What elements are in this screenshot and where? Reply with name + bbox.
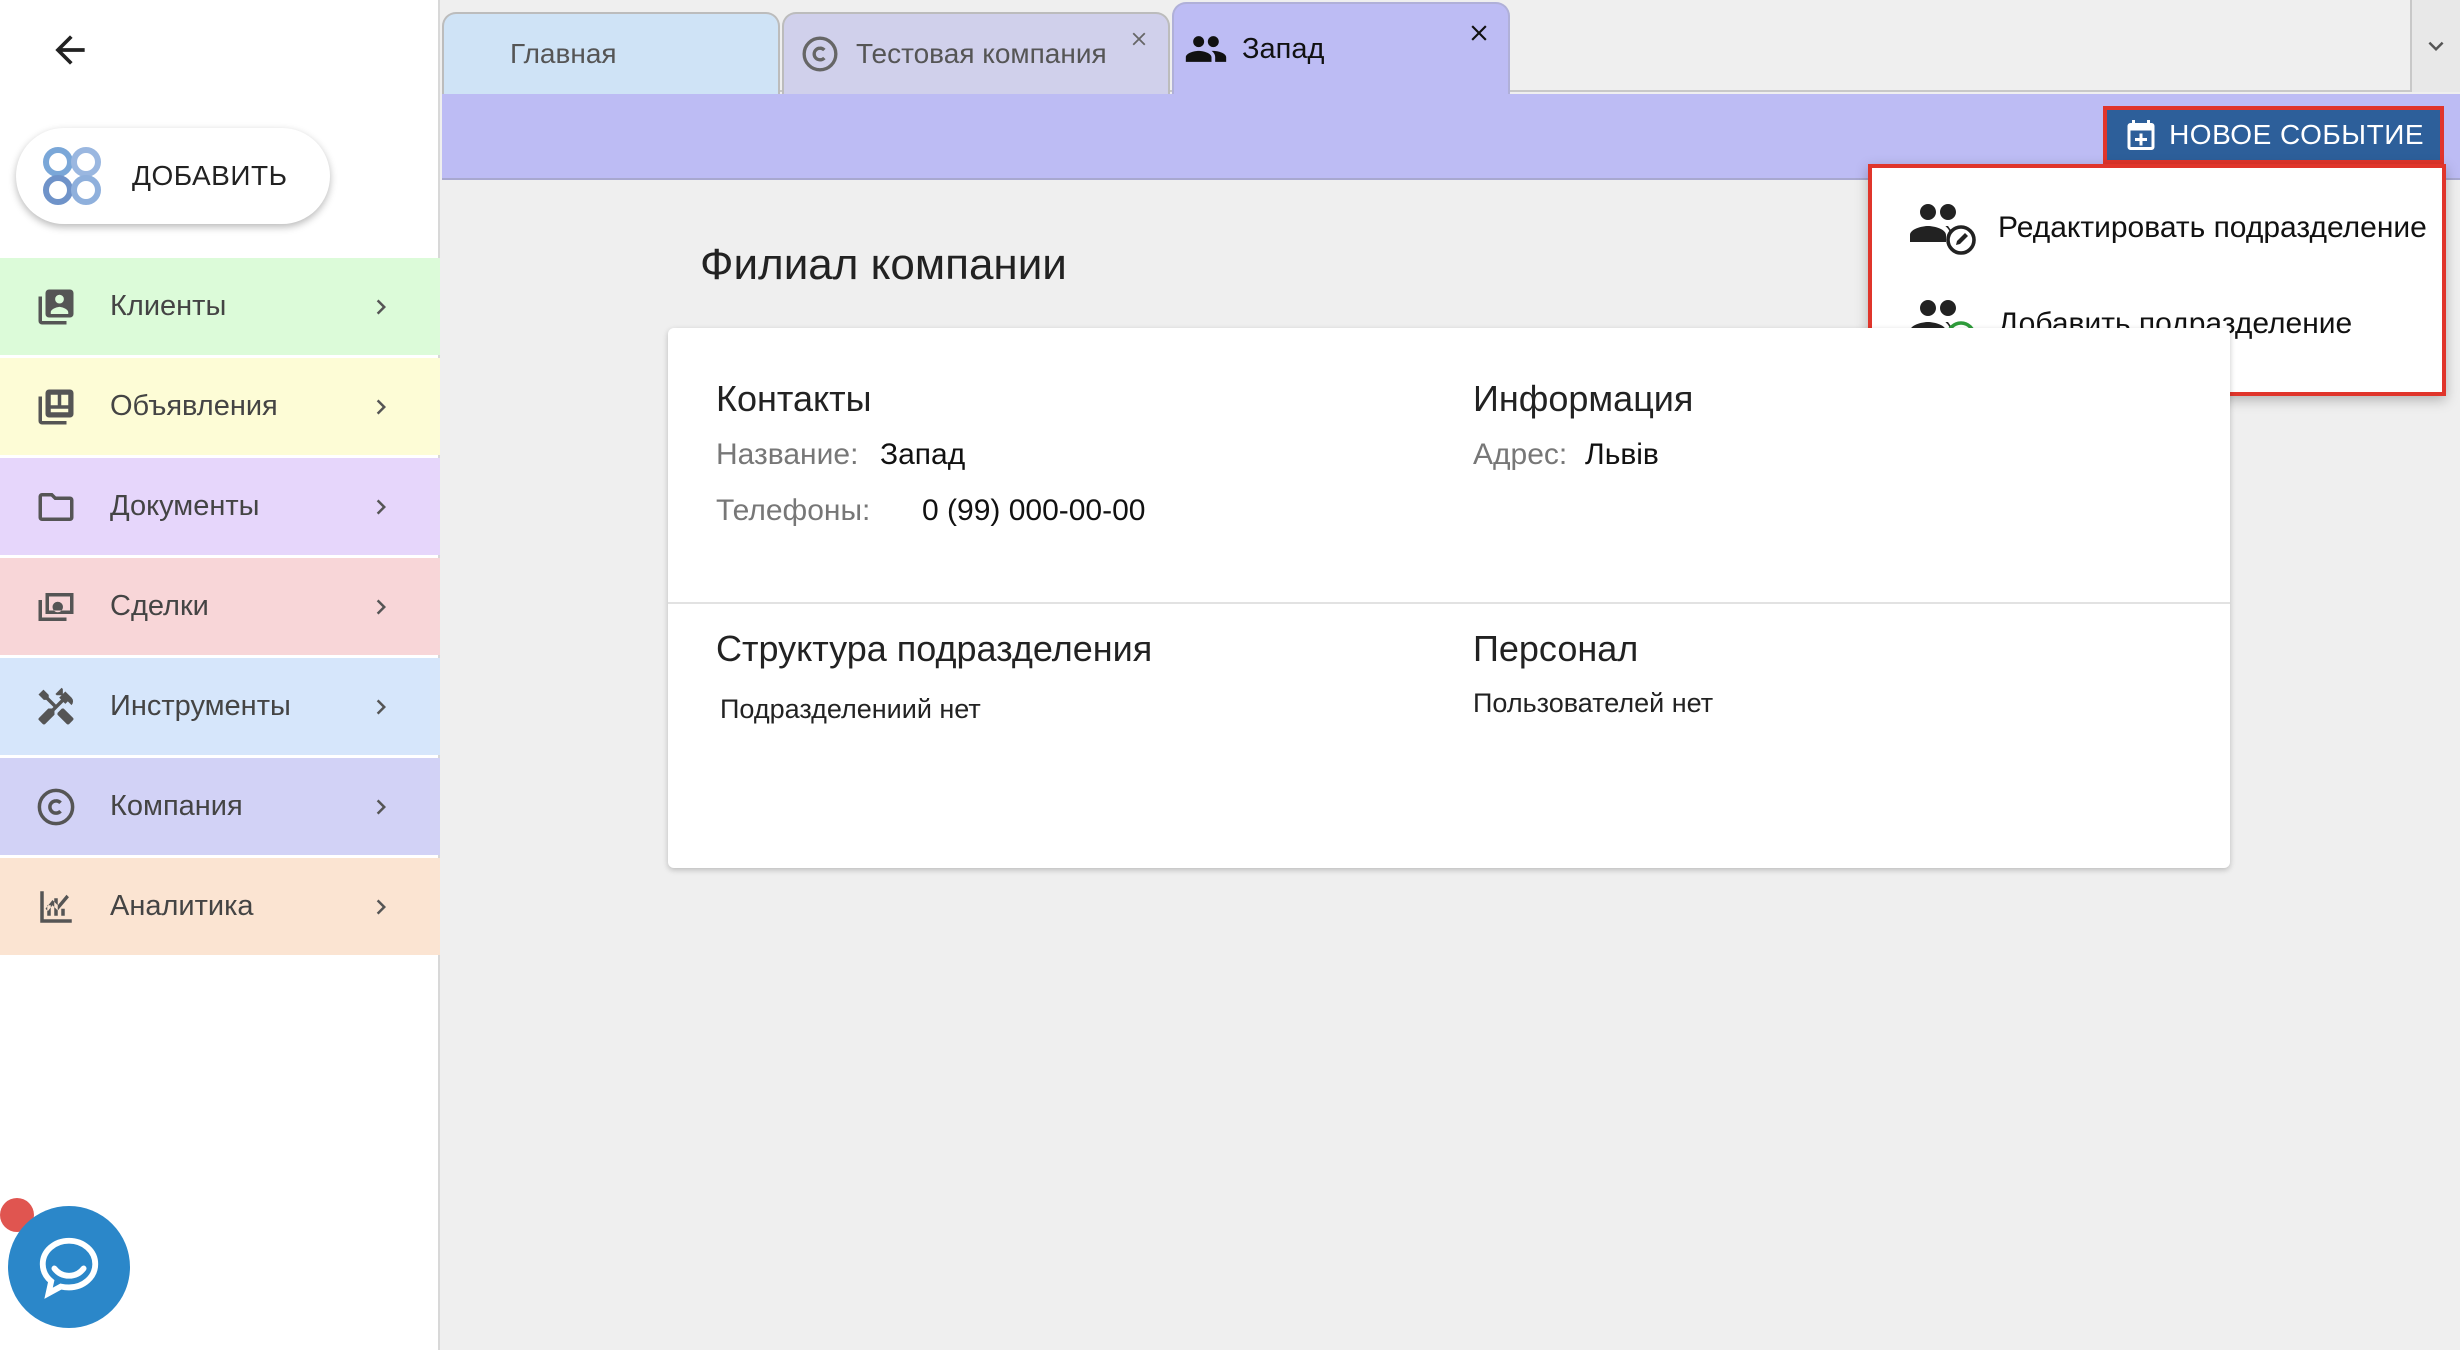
new-event-label: НОВОЕ СОБЫТИЕ bbox=[2169, 119, 2424, 150]
copyright-icon bbox=[32, 783, 80, 831]
chevron-down-icon bbox=[2428, 41, 2444, 51]
sidebar-item-label: Объявления bbox=[110, 390, 278, 422]
chat-button[interactable] bbox=[8, 1206, 130, 1328]
info-heading: Информация bbox=[1473, 378, 1694, 419]
tabs-overflow-button[interactable] bbox=[2410, 0, 2460, 92]
tab-label: Тестовая компания bbox=[856, 38, 1107, 69]
address-value: Львів bbox=[1585, 438, 1659, 471]
phones-value: 0 (99) 000-00-00 bbox=[922, 494, 1146, 527]
folder-icon bbox=[32, 483, 80, 531]
tab-label: Запад bbox=[1242, 32, 1325, 65]
branch-card: Контакты Название: Запад Телефоны: 0 (99… bbox=[668, 328, 2230, 868]
sidebar-item-label: Клиенты bbox=[110, 290, 227, 322]
calendar-add-icon bbox=[2127, 120, 2155, 150]
sidebar-item-listings[interactable]: Объявления bbox=[0, 358, 440, 455]
name-value: Запад bbox=[880, 438, 966, 471]
sidebar-item-label: Сделки bbox=[110, 590, 209, 622]
new-event-button[interactable]: НОВОЕ СОБЫТИЕ bbox=[2103, 106, 2444, 164]
chevron-right-icon bbox=[376, 899, 386, 915]
contacts-icon bbox=[32, 283, 80, 331]
sidebar-item-documents[interactable]: Документы bbox=[0, 458, 440, 555]
sidebar-item-label: Аналитика bbox=[110, 890, 254, 922]
page-title: Филиал компании bbox=[700, 240, 1067, 289]
sidebar-item-label: Документы bbox=[110, 490, 260, 522]
copyright-icon bbox=[798, 32, 842, 76]
chevron-right-icon bbox=[376, 599, 386, 615]
name-label: Название: bbox=[716, 438, 859, 471]
money-icon bbox=[32, 583, 80, 631]
add-button-label: ДОБАВИТЬ bbox=[132, 160, 288, 191]
card-divider bbox=[668, 602, 2230, 604]
arrow-back-icon bbox=[55, 35, 85, 65]
chevron-right-icon bbox=[376, 699, 386, 715]
structure-heading: Структура подразделения bbox=[716, 628, 1153, 669]
tab-home[interactable]: Главная bbox=[442, 12, 780, 94]
menu-item-edit-department[interactable]: Редактировать подразделение bbox=[1872, 180, 2442, 276]
tab-label: Главная bbox=[510, 38, 617, 69]
staff-empty-text: Пользователей нет bbox=[1473, 688, 1714, 718]
contacts-heading: Контакты bbox=[716, 378, 872, 419]
back-button[interactable] bbox=[40, 20, 100, 80]
sidebar-item-label: Компания bbox=[110, 790, 243, 822]
group-edit-icon bbox=[1910, 204, 1976, 255]
chevron-right-icon bbox=[376, 499, 386, 515]
menu-item-label: Редактировать подразделение bbox=[1998, 211, 2427, 244]
address-label: Адрес: bbox=[1473, 438, 1568, 471]
tab-test-company[interactable]: Тестовая компания bbox=[782, 12, 1170, 94]
structure-empty-text: Подразделениий нет bbox=[720, 694, 981, 724]
tools-icon bbox=[32, 683, 80, 731]
phones-label: Телефоны: bbox=[716, 494, 871, 527]
sidebar-nav: Клиенты Объявления Документы Сделки Инст… bbox=[0, 258, 440, 958]
sidebar-item-tools[interactable]: Инструменты bbox=[0, 658, 440, 755]
chat-bubble-icon bbox=[39, 1237, 99, 1299]
close-icon[interactable] bbox=[1124, 24, 1154, 54]
sidebar-item-company[interactable]: Компания bbox=[0, 758, 440, 855]
add-button[interactable]: ДОБАВИТЬ bbox=[16, 128, 330, 224]
sidebar: ДОБАВИТЬ Клиенты Объявления Документы Сд… bbox=[0, 0, 440, 1350]
close-icon[interactable] bbox=[1464, 18, 1494, 48]
sidebar-item-clients[interactable]: Клиенты bbox=[0, 258, 440, 355]
chevron-right-icon bbox=[376, 799, 386, 815]
tab-bar: Главная Тестовая компания Запад bbox=[442, 0, 2460, 94]
tab-west[interactable]: Запад bbox=[1172, 2, 1510, 94]
listings-icon bbox=[32, 383, 80, 431]
group-icon bbox=[1184, 27, 1228, 71]
analytics-icon bbox=[32, 883, 80, 931]
staff-heading: Персонал bbox=[1473, 628, 1639, 669]
sidebar-item-label: Инструменты bbox=[110, 690, 291, 722]
sidebar-item-deals[interactable]: Сделки bbox=[0, 558, 440, 655]
chevron-right-icon bbox=[376, 299, 386, 315]
sidebar-item-analytics[interactable]: Аналитика bbox=[0, 858, 440, 955]
app-logo-icon bbox=[43, 147, 101, 205]
chevron-right-icon bbox=[376, 399, 386, 415]
